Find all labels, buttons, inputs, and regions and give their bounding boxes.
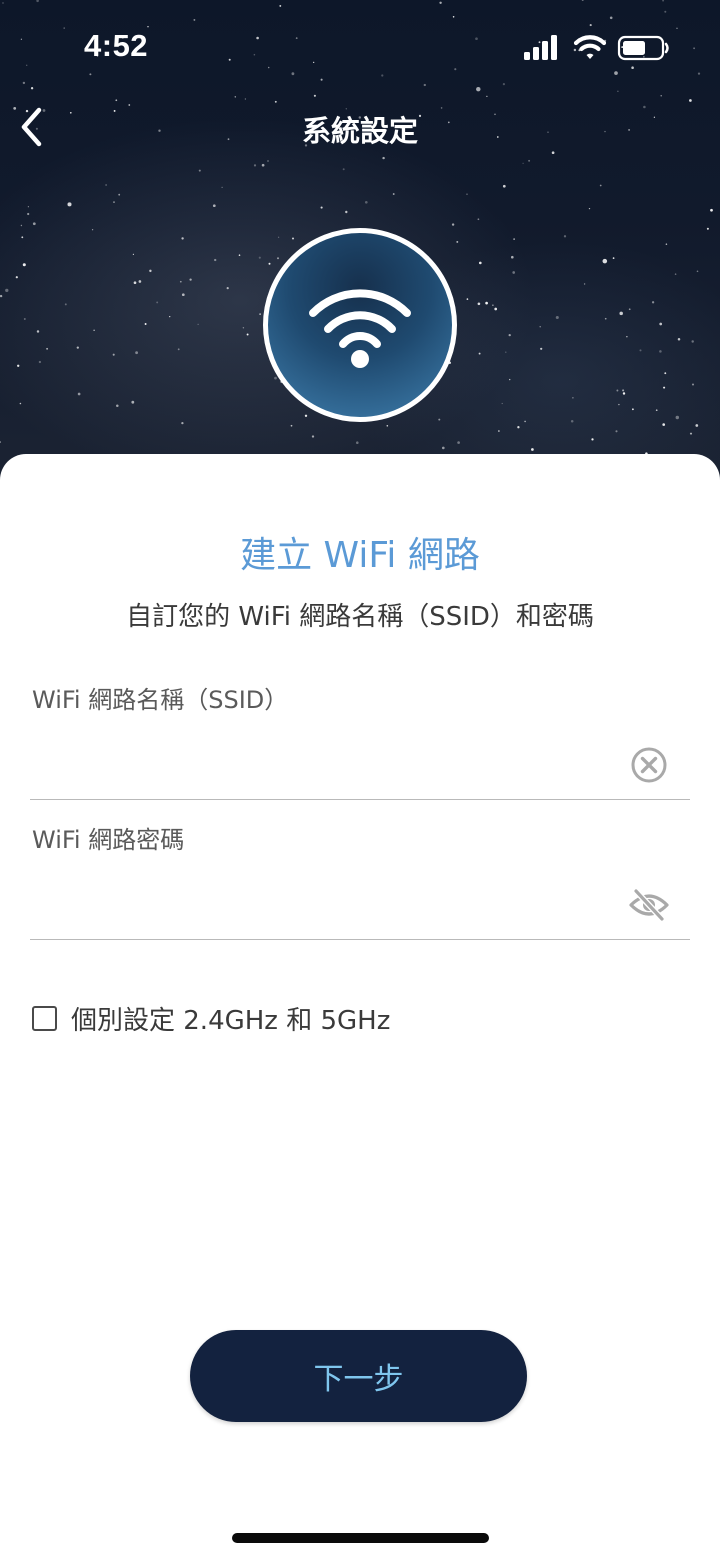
- ssid-input[interactable]: [32, 736, 602, 786]
- home-indicator: [232, 1533, 489, 1543]
- hero-background: 4:52 系統設定: [0, 0, 720, 480]
- toggle-password-visibility-button[interactable]: [628, 884, 670, 926]
- separate-bands-row[interactable]: 個別設定 2.4GHz 和 5GHz: [32, 1000, 390, 1036]
- ssid-field: WiFi 網路名稱（SSID）: [30, 680, 690, 800]
- navigation-bar: 系統設定: [0, 96, 720, 160]
- ssid-label: WiFi 網路名稱（SSID）: [32, 686, 289, 714]
- wifi-icon: [309, 289, 411, 368]
- password-input[interactable]: [32, 876, 602, 926]
- sheet-subtitle: 自訂您的 WiFi 網路名稱（SSID）和密碼: [126, 602, 594, 632]
- status-time: 4:52: [84, 28, 149, 63]
- separate-bands-label: 個別設定 2.4GHz 和 5GHz: [71, 1005, 391, 1036]
- clear-circle-icon: [631, 747, 667, 783]
- separate-bands-checkbox[interactable]: [32, 1005, 57, 1031]
- battery-icon: [617, 35, 669, 61]
- clear-ssid-button[interactable]: [628, 744, 670, 786]
- cellular-signal-icon: [524, 35, 557, 60]
- status-bar: 4:52: [0, 0, 720, 96]
- sheet-title: 建立 WiFi 網路: [240, 535, 480, 576]
- eye-slash-icon: [629, 888, 669, 922]
- password-field: WiFi 網路密碼: [30, 820, 690, 940]
- wifi-badge: [263, 228, 457, 422]
- next-button[interactable]: 下一步: [190, 1330, 527, 1422]
- wifi-signal-icon: [573, 35, 607, 59]
- page-title: 系統設定: [301, 114, 418, 148]
- status-icons: [524, 34, 672, 62]
- password-label: WiFi 網路密碼: [32, 826, 185, 854]
- setup-sheet: 建立 WiFi 網路 自訂您的 WiFi 網路名稱（SSID）和密碼 WiFi …: [0, 454, 720, 1558]
